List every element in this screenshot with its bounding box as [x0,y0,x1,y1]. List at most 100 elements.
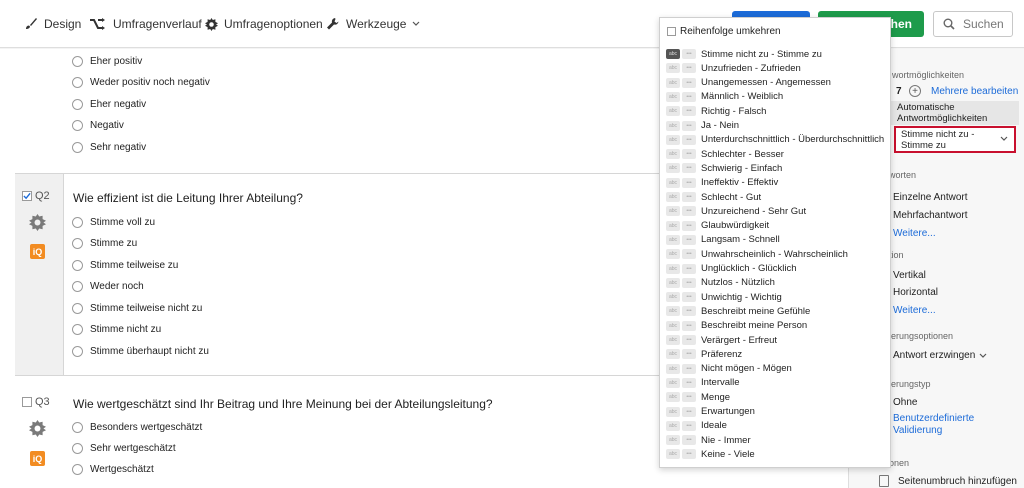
dots-type-icon: ••• [682,63,696,74]
radio-button[interactable] [72,142,83,153]
more-answers-link[interactable]: Weitere... [893,228,936,239]
choice-count[interactable]: 7 [896,86,902,97]
radio-button[interactable] [72,303,83,314]
q3-choice[interactable]: Wertgeschätzt [72,464,154,475]
q2-choice[interactable]: Stimme teilweise nicht zu [72,303,202,314]
dots-type-icon: ••• [682,377,696,388]
question-settings-gear-icon[interactable] [29,420,46,437]
force-response-select[interactable]: Antwort erzwingen [893,350,987,361]
add-choice-plus-icon[interactable]: + [909,85,921,97]
no-validation-option[interactable]: Ohne [893,397,917,408]
design-menu[interactable]: Design [24,17,81,31]
scale-option[interactable]: abc ••• Unglücklich - Glücklich [666,263,797,275]
iq-badge-icon[interactable]: iQ [30,451,45,466]
scale-option[interactable]: abc ••• Erwartungen [666,406,755,418]
radio-button[interactable] [72,346,83,357]
tools-menu[interactable]: Werkzeuge [326,17,420,31]
scale-option-label: Unzureichend - Sehr Gut [701,205,807,217]
scale-option-label: Unangemessen - Angemessen [701,77,831,89]
q1-choice[interactable]: Sehr negativ [72,142,146,153]
scale-option[interactable]: abc ••• Keine - Viele [666,448,755,460]
question-number-q3[interactable]: Q3 [22,396,50,408]
q1-choice[interactable]: Eher negativ [72,99,146,110]
scale-option-label: Schlechter - Besser [701,148,784,160]
scale-option[interactable]: abc ••• Ja - Nein [666,120,739,132]
scale-option[interactable]: abc ••• Menge [666,391,730,403]
q1-choice[interactable]: Eher positiv [72,56,142,67]
scale-option[interactable]: abc ••• Verärgert - Erfreut [666,334,777,346]
scale-option[interactable]: abc ••• Schwierig - Einfach [666,162,782,174]
question-checkbox[interactable] [22,191,32,201]
question-text-q3[interactable]: Wie wertgeschätzt sind Ihr Beitrag und I… [73,397,493,411]
radio-button[interactable] [72,56,83,67]
q2-choice[interactable]: Stimme voll zu [72,217,155,228]
question-text-q2[interactable]: Wie effizient ist die Leitung Ihrer Abte… [73,191,303,205]
search-input[interactable]: Suchen [933,11,1013,37]
q2-choice[interactable]: Stimme nicht zu [72,324,161,335]
label-type-icon: abc [666,206,680,217]
edit-multiple-link[interactable]: Mehrere bearbeiten [931,86,1018,97]
radio-button[interactable] [72,324,83,335]
iq-badge-icon[interactable]: iQ [30,244,45,259]
scale-option[interactable]: abc ••• Schlecht - Gut [666,191,761,203]
survey-history-menu[interactable]: Umfragenverlauf [89,17,202,31]
choice-label: Stimme voll zu [90,217,156,228]
scale-option-label: Schwierig - Einfach [701,162,783,174]
q3-choice[interactable]: Sehr wertgeschätzt [72,443,176,454]
q2-choice[interactable]: Stimme zu [72,238,137,249]
q1-choice[interactable]: Weder positiv noch negativ [72,77,210,88]
radio-button[interactable] [72,217,83,228]
scale-option[interactable]: abc ••• Unzureichend - Sehr Gut [666,205,806,217]
q2-choice[interactable]: Stimme teilweise zu [72,260,178,271]
radio-button[interactable] [72,77,83,88]
more-position-link[interactable]: Weitere... [893,305,936,316]
scale-option[interactable]: abc ••• Glaubwürdigkeit [666,220,769,232]
radio-button[interactable] [72,422,83,433]
scale-option[interactable]: abc ••• Beschreibt meine Person [666,320,807,332]
vertical-option[interactable]: Vertikal [893,270,926,281]
question-number-q2[interactable]: Q2 [22,190,50,202]
scale-option[interactable]: abc ••• Nutzlos - Nützlich [666,277,775,289]
scale-option[interactable]: abc ••• Nicht mögen - Mögen [666,363,792,375]
radio-button[interactable] [72,443,83,454]
radio-button[interactable] [72,238,83,249]
label-type-icon: abc [666,177,680,188]
radio-button[interactable] [72,260,83,271]
scale-option[interactable]: abc ••• Stimme nicht zu - Stimme zu [666,48,822,60]
q2-choice[interactable]: Stimme überhaupt nicht zu [72,346,209,357]
scale-option[interactable]: abc ••• Ineffektiv - Effektiv [666,177,778,189]
choice-label: Stimme teilweise zu [90,260,179,271]
scale-option[interactable]: abc ••• Unangemessen - Angemessen [666,77,831,89]
scale-option[interactable]: abc ••• Langsam - Schnell [666,234,780,246]
scale-option[interactable]: abc ••• Unzufrieden - Zufrieden [666,62,801,74]
horizontal-option[interactable]: Horizontal [893,287,938,298]
radio-button[interactable] [72,99,83,110]
reverse-order-checkbox[interactable] [667,27,676,36]
q2-choice[interactable]: Weder noch [72,281,144,292]
scale-option[interactable]: abc ••• Beschreibt meine Gefühle [666,305,810,317]
scale-option[interactable]: abc ••• Unwichtig - Wichtig [666,291,782,303]
question-checkbox[interactable] [22,397,32,407]
scale-option[interactable]: abc ••• Unwahrscheinlich - Wahrscheinlich [666,248,848,260]
scale-option[interactable]: abc ••• Intervalle [666,377,740,389]
scale-option[interactable]: abc ••• Präferenz [666,348,742,360]
multiple-answer-option[interactable]: Mehrfachantwort [893,210,967,221]
radio-button[interactable] [72,464,83,475]
radio-button[interactable] [72,120,83,131]
scale-option-label: Unwahrscheinlich - Wahrscheinlich [701,248,848,260]
scale-option[interactable]: abc ••• Ideale [666,420,727,432]
single-answer-option[interactable]: Einzelne Antwort [893,192,968,203]
scale-option[interactable]: abc ••• Schlechter - Besser [666,148,784,160]
question-settings-gear-icon[interactable] [29,214,46,231]
scale-option[interactable]: abc ••• Nie - Immer [666,434,751,446]
scale-option[interactable]: abc ••• Männlich - Weiblich [666,91,783,103]
q1-choice[interactable]: Negativ [72,120,124,131]
survey-options-menu[interactable]: Umfragenoptionen [205,17,323,31]
radio-button[interactable] [72,281,83,292]
add-page-break-button[interactable]: Seitenumbruch hinzufügen [898,476,1017,487]
scale-option[interactable]: abc ••• Unterdurchschnittlich - Überdurchs… [666,134,884,146]
q3-choice[interactable]: Besonders wertgeschätzt [72,422,202,433]
custom-validation-link[interactable]: Benutzerdefinierte Validierung [893,413,1003,437]
scale-option[interactable]: abc ••• Richtig - Falsch [666,105,766,117]
reverse-order-option[interactable]: Reihenfolge umkehren [667,26,781,37]
